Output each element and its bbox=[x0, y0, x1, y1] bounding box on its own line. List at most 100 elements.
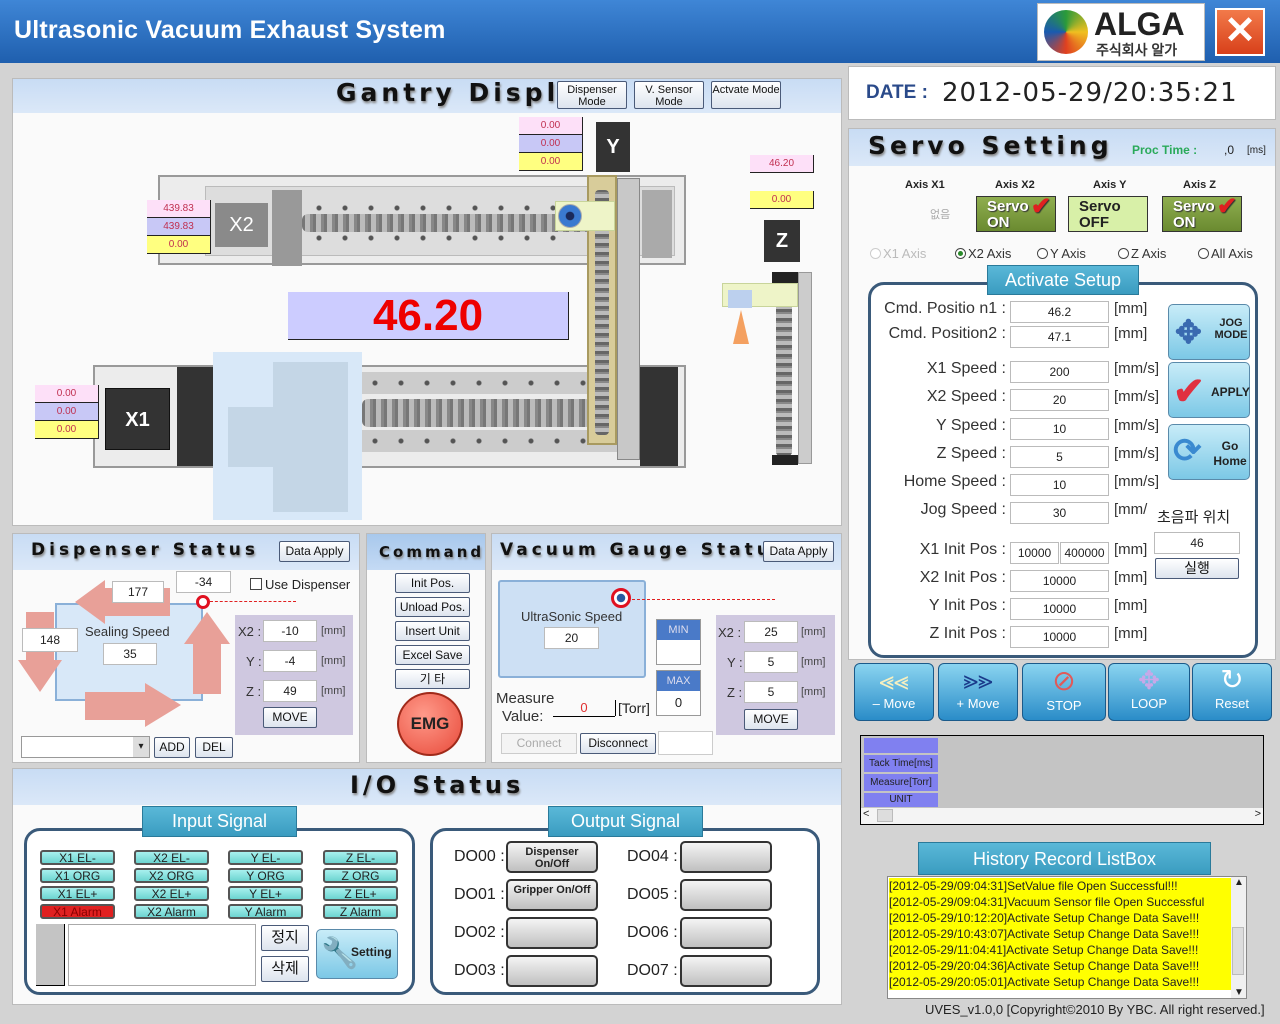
axis-y-servo-button[interactable]: Servo OFF bbox=[1068, 196, 1148, 232]
radio-x1-axis[interactable]: X1 Axis bbox=[870, 246, 926, 261]
apply-button[interactable]: ✔ APPLY bbox=[1168, 362, 1250, 418]
servo-row-input[interactable]: 20 bbox=[1010, 389, 1109, 411]
dispenser-move-button[interactable]: MOVE bbox=[263, 707, 317, 728]
scroll-right-icon[interactable]: > bbox=[1255, 808, 1261, 820]
servo-row-input[interactable]: 47.1 bbox=[1010, 326, 1109, 348]
servo-row-input[interactable]: 10000 bbox=[1010, 542, 1059, 564]
output-toggle-button[interactable] bbox=[680, 955, 772, 987]
history-item[interactable]: [2012-05-29/11:04:41]Activate Setup Chan… bbox=[889, 942, 1231, 958]
radio-all-axis[interactable]: All Axis bbox=[1198, 246, 1253, 261]
history-item[interactable]: [2012-05-29/20:04:36]Activate Setup Chan… bbox=[889, 958, 1231, 974]
sealing-speed-label: Sealing Speed bbox=[85, 624, 170, 639]
nozzle-cone-icon bbox=[733, 310, 749, 344]
servo-row-input[interactable]: 10 bbox=[1010, 474, 1109, 496]
use-dispenser-checkbox[interactable]: Use Dispenser bbox=[250, 577, 350, 592]
output-toggle-button[interactable]: Gripper On/Off bbox=[506, 879, 598, 911]
radio-x2-axis[interactable]: X2 Axis bbox=[955, 246, 1011, 261]
output-toggle-button[interactable] bbox=[680, 841, 772, 873]
vacuum-z-input[interactable]: 5 bbox=[744, 681, 798, 703]
move-arrows-icon: ✥ bbox=[1175, 314, 1202, 350]
setting-button[interactable]: 🔧 Setting bbox=[316, 929, 398, 979]
history-listbox[interactable]: [2012-05-29/09:04:31]SetValue file Open … bbox=[887, 876, 1247, 999]
proc-time-label: Proc Time : bbox=[1132, 143, 1198, 157]
delete-button[interactable]: DEL bbox=[195, 737, 233, 758]
history-item[interactable]: [2012-05-29/10:43:07]Activate Setup Chan… bbox=[889, 926, 1231, 942]
history-item[interactable]: [2012-05-29/09:04:31]SetValue file Open … bbox=[889, 878, 1231, 894]
reset-button[interactable]: ↻ Reset bbox=[1192, 663, 1272, 721]
ultrasonic-speed-input[interactable]: 20 bbox=[544, 627, 599, 649]
scroll-up-icon[interactable]: ▲ bbox=[1234, 877, 1244, 888]
dispenser-corner-input[interactable]: -34 bbox=[176, 571, 231, 593]
vacuum-x2-input[interactable]: 25 bbox=[744, 621, 798, 643]
sealing-speed-input[interactable]: 35 bbox=[103, 643, 157, 665]
servo-row-unit: [mm] bbox=[1114, 569, 1148, 586]
output-toggle-button[interactable] bbox=[680, 917, 772, 949]
jog-mode-button[interactable]: ✥ JOG MODE bbox=[1168, 304, 1250, 360]
command-button[interactable]: Unload Pos. bbox=[395, 597, 470, 617]
servo-row-input[interactable]: 10 bbox=[1010, 418, 1109, 440]
history-item[interactable]: [2012-05-29/10:12:20]Activate Setup Chan… bbox=[889, 910, 1231, 926]
history-item[interactable]: [2012-05-29/09:04:31]Vacuum Sensor file … bbox=[889, 894, 1231, 910]
vertical-scrollbar[interactable]: ▲ ▼ bbox=[1231, 877, 1246, 998]
dispenser-x2-input[interactable]: -10 bbox=[263, 620, 317, 642]
horizontal-scrollbar[interactable]: < > bbox=[861, 808, 1263, 824]
servo-row-input[interactable]: 200 bbox=[1010, 361, 1109, 383]
v-sensor-mode-button[interactable]: V. Sensor Mode bbox=[634, 81, 704, 109]
dispenser-y-input[interactable]: -4 bbox=[263, 650, 317, 672]
command-button[interactable]: Insert Unit bbox=[395, 621, 470, 641]
ultrasonic-position-label: 초음파 위치 bbox=[1157, 509, 1231, 526]
axis-x2-servo-button[interactable]: Servo ON ✔ bbox=[976, 195, 1056, 232]
dispenser-mode-button[interactable]: Dispenser Mode bbox=[557, 81, 627, 109]
history-item[interactable]: [2012-05-29/20:05:01]Activate Setup Chan… bbox=[889, 974, 1231, 990]
vacuum-data-apply-button[interactable]: Data Apply bbox=[763, 541, 834, 562]
connect-button[interactable]: Connect bbox=[501, 733, 577, 754]
radio-z-axis[interactable]: Z Axis bbox=[1118, 246, 1166, 261]
servo-row-input[interactable]: 10000 bbox=[1010, 626, 1109, 648]
dispenser-z-input[interactable]: 49 bbox=[263, 680, 317, 702]
minus-move-button[interactable]: ⪡⪡ – Move bbox=[854, 663, 934, 721]
delete-log-button[interactable]: 삭제 bbox=[261, 956, 309, 982]
dispenser-left-input[interactable]: 148 bbox=[22, 628, 78, 652]
radio-y-axis[interactable]: Y Axis bbox=[1037, 246, 1086, 261]
command-button[interactable]: Init Pos. bbox=[395, 573, 470, 593]
command-button[interactable]: Excel Save bbox=[395, 645, 470, 665]
scroll-thumb[interactable] bbox=[877, 809, 893, 822]
activate-mode-button[interactable]: Actvate Mode bbox=[711, 81, 781, 109]
output-toggle-button[interactable]: Dispenser On/Off bbox=[506, 841, 598, 873]
servo-row-input-2[interactable]: 400000 bbox=[1060, 542, 1109, 564]
scroll-down-icon[interactable]: ▼ bbox=[1234, 987, 1244, 998]
input-log-box[interactable] bbox=[68, 924, 256, 986]
vacuum-y-input[interactable]: 5 bbox=[744, 651, 798, 673]
stop-button[interactable]: ⊘ STOP bbox=[1022, 663, 1106, 721]
servo-row-input[interactable]: 10000 bbox=[1010, 598, 1109, 620]
output-toggle-button[interactable] bbox=[506, 917, 598, 949]
servo-row-input[interactable]: 46.2 bbox=[1010, 301, 1109, 323]
add-button[interactable]: ADD bbox=[154, 737, 190, 758]
input-signal-indicator: Z EL- bbox=[323, 850, 398, 865]
run-button[interactable]: 실행 bbox=[1155, 558, 1239, 579]
scroll-thumb[interactable] bbox=[1232, 927, 1244, 975]
output-toggle-button[interactable] bbox=[680, 879, 772, 911]
axis-z-servo-button[interactable]: Servo ON ✔ bbox=[1162, 195, 1242, 232]
vacuum-move-button[interactable]: MOVE bbox=[744, 709, 798, 730]
servo-row-input[interactable]: 5 bbox=[1010, 446, 1109, 468]
command-button[interactable]: 기 타 bbox=[395, 669, 470, 689]
scroll-left-icon[interactable]: < bbox=[863, 808, 869, 820]
dispenser-top-input[interactable]: 177 bbox=[112, 581, 164, 603]
dispenser-data-apply-button[interactable]: Data Apply bbox=[279, 541, 350, 562]
close-button[interactable]: ✕ bbox=[1215, 8, 1265, 56]
dispenser-preset-select[interactable]: ▾ bbox=[21, 736, 150, 758]
ultrasonic-position-input[interactable]: 46 bbox=[1154, 532, 1240, 554]
go-home-button[interactable]: ⟳ Go Home bbox=[1168, 424, 1250, 480]
servo-row-input[interactable]: 10000 bbox=[1010, 570, 1109, 592]
sensor-disc-icon bbox=[558, 204, 582, 228]
disconnect-button[interactable]: Disconnect bbox=[580, 733, 656, 754]
plus-move-button[interactable]: ⪢⪢ + Move bbox=[938, 663, 1018, 721]
stop-log-button[interactable]: 정지 bbox=[261, 925, 309, 951]
output-toggle-button[interactable] bbox=[506, 955, 598, 987]
loop-button[interactable]: ✥ LOOP bbox=[1108, 663, 1190, 721]
servo-row-unit: [mm/s] bbox=[1114, 417, 1159, 434]
emergency-stop-button[interactable]: EMG bbox=[397, 692, 463, 756]
servo-row-input[interactable]: 30 bbox=[1010, 502, 1109, 524]
data-grid[interactable]: Tack Time[ms] Measure[Torr] UNIT < > bbox=[860, 735, 1264, 825]
